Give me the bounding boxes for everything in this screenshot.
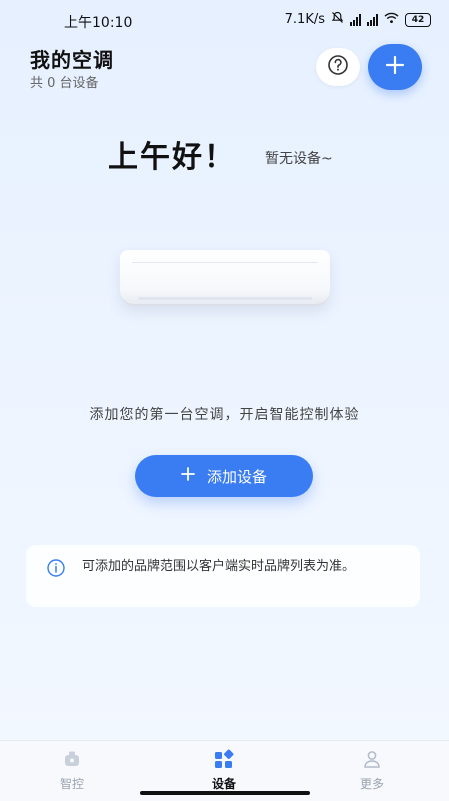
info-circle-icon [46, 558, 66, 582]
greeting-text: 上午好！ [108, 140, 236, 175]
info-text: 可添加的品牌范围以客户端实时品牌列表为准。 [82, 559, 356, 574]
ac-body [120, 250, 330, 306]
device-count: 共 0 台设备 [30, 76, 99, 91]
network-speed: 7.1K/s [284, 12, 325, 27]
user-icon [362, 751, 382, 772]
add-device-label: 添加设备 [206, 467, 267, 486]
no-device-text: 暂无设备~ [265, 151, 333, 167]
air-conditioner-icon [120, 250, 330, 310]
header-add-button[interactable] [368, 44, 422, 90]
question-circle-icon [327, 54, 349, 80]
help-button[interactable] [316, 48, 360, 86]
ac-line [132, 262, 318, 263]
smart-control-icon [62, 751, 82, 772]
nav-item-more[interactable]: 更多 [332, 749, 412, 792]
nav-item-devices[interactable]: 设备 [184, 749, 264, 792]
plus-icon [385, 55, 405, 79]
signal-hd-icon [350, 13, 361, 26]
add-device-button[interactable]: 添加设备 [135, 455, 313, 497]
nav-label: 更多 [359, 777, 384, 791]
status-bar: 上午10:10 7.1K/s 42 [0, 0, 449, 36]
ac-vent [138, 297, 312, 300]
page-title: 我的空调 [30, 48, 114, 72]
nav-label: 智控 [59, 777, 84, 791]
battery-icon: 42 [405, 12, 431, 27]
signal-hd-icon [367, 13, 378, 26]
nav-item-smart-control[interactable]: 智控 [32, 749, 112, 792]
device-grid-icon [213, 749, 235, 772]
plus-icon [181, 467, 195, 485]
status-time: 上午10:10 [64, 15, 133, 31]
wifi-icon [384, 12, 399, 28]
nav-label: 设备 [211, 777, 236, 791]
home-indicator[interactable] [140, 791, 310, 795]
mute-icon [331, 11, 344, 28]
info-card: 可添加的品牌范围以客户端实时品牌列表为准。 [26, 545, 420, 607]
status-right: 7.1K/s 42 [285, 11, 431, 28]
bottom-nav: 智控 设备 更多 [0, 740, 449, 801]
empty-state-description: 添加您的第一台空调，开启智能控制体验 [89, 407, 360, 423]
